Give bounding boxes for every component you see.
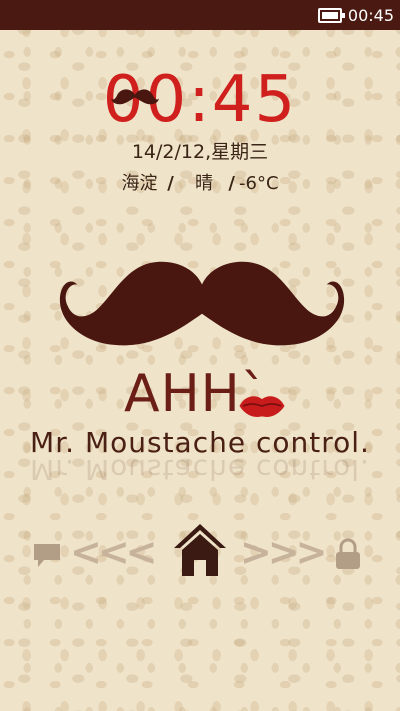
lock-icon[interactable] [334, 538, 362, 570]
lock-date: 14/2/12,星期三 [131, 141, 269, 163]
weather-location: 海淀 [121, 173, 158, 194]
lips-icon [239, 396, 285, 417]
weather-condition: 晴 [194, 173, 213, 194]
status-time: 00:45 [347, 5, 394, 25]
chat-icon[interactable] [32, 542, 62, 570]
mustache-icon [111, 89, 159, 105]
weather-temperature: -6°C [239, 173, 279, 194]
left-arrows: <<< [70, 530, 158, 574]
tagline: Mr. Moustache control. [30, 426, 370, 459]
lock-clock: 00:45 [102, 63, 298, 137]
weather-separator-2: / [228, 173, 235, 194]
tagline-reflection: Mr. Moustache control. [30, 456, 370, 486]
home-icon[interactable] [170, 520, 230, 578]
battery-icon [317, 7, 345, 23]
weather-separator-1: / [167, 173, 174, 194]
big-mustache-illustration [59, 261, 345, 346]
unlock-bar[interactable]: <<< >>> [0, 520, 400, 580]
weather-line: 海淀 / 晴 / -6°C [0, 169, 400, 195]
status-bar: 00:45 [0, 0, 400, 30]
right-arrows: >>> [240, 530, 328, 574]
